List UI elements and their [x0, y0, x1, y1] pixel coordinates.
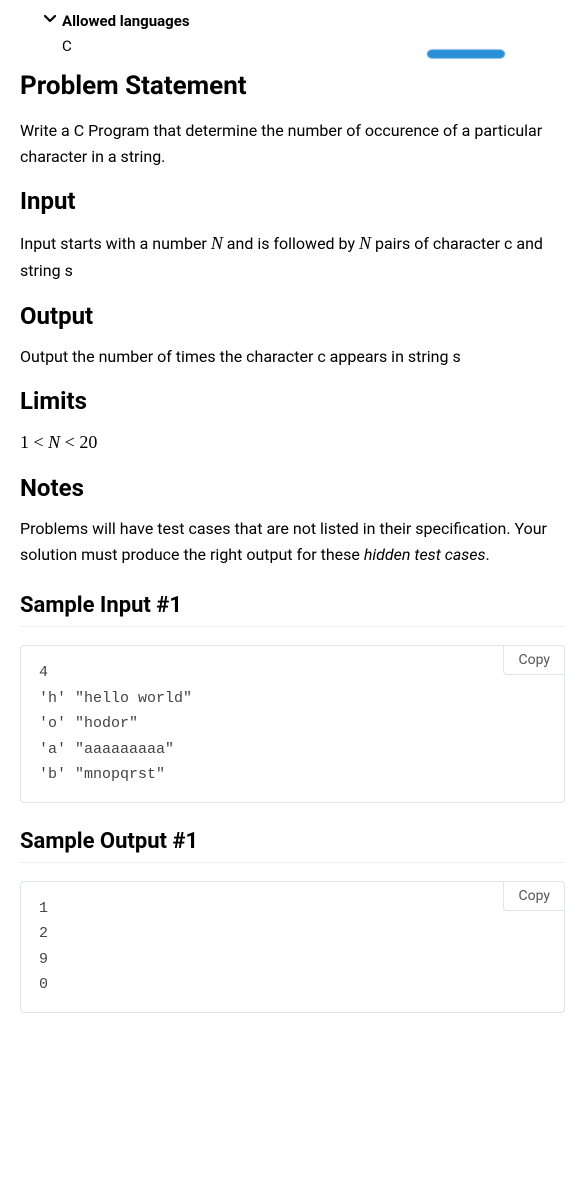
text-input-pre: Input starts with a number — [20, 234, 211, 253]
math-var-n: N — [211, 233, 223, 253]
paragraph-output: Output the number of times the character… — [20, 344, 565, 370]
chevron-down-icon — [44, 11, 56, 32]
text-notes-hidden: hidden test cases — [364, 545, 486, 564]
heading-limits: Limits — [20, 383, 565, 419]
copy-button[interactable]: Copy — [503, 645, 565, 675]
allowed-languages-label: Allowed languages — [62, 10, 190, 33]
highlight-mark — [427, 42, 505, 66]
sample-output-1-block: Copy 1 2 9 0 — [20, 881, 565, 1013]
heading-notes: Notes — [20, 470, 565, 506]
heading-sample-output-1: Sample Output #1 — [20, 825, 565, 863]
heading-input: Input — [20, 183, 565, 219]
heading-sample-input-1: Sample Input #1 — [20, 589, 565, 627]
paragraph-notes: Problems will have test cases that are n… — [20, 516, 565, 567]
text-input-mid: and is followed by — [223, 234, 359, 253]
math-limits-expr: 1 < N < 20 — [20, 429, 565, 456]
sample-input-1-block: Copy 4 'h' "hello world" 'o' "hodor" 'a' … — [20, 645, 565, 803]
heading-output: Output — [20, 298, 565, 334]
paragraph-input: Input starts with a number N and is foll… — [20, 229, 565, 283]
heading-problem-statement: Problem Statement — [20, 67, 565, 106]
paragraph-problem-statement: Write a C Program that determine the num… — [20, 118, 565, 169]
math-var-n: N — [359, 233, 371, 253]
copy-button[interactable]: Copy — [503, 881, 565, 911]
sample-input-1-code: 4 'h' "hello world" 'o' "hodor" 'a' "aaa… — [39, 664, 192, 783]
allowed-languages-toggle[interactable]: Allowed languages — [44, 10, 565, 33]
text-notes-post: . — [486, 545, 490, 564]
sample-output-1-code: 1 2 9 0 — [39, 900, 48, 994]
